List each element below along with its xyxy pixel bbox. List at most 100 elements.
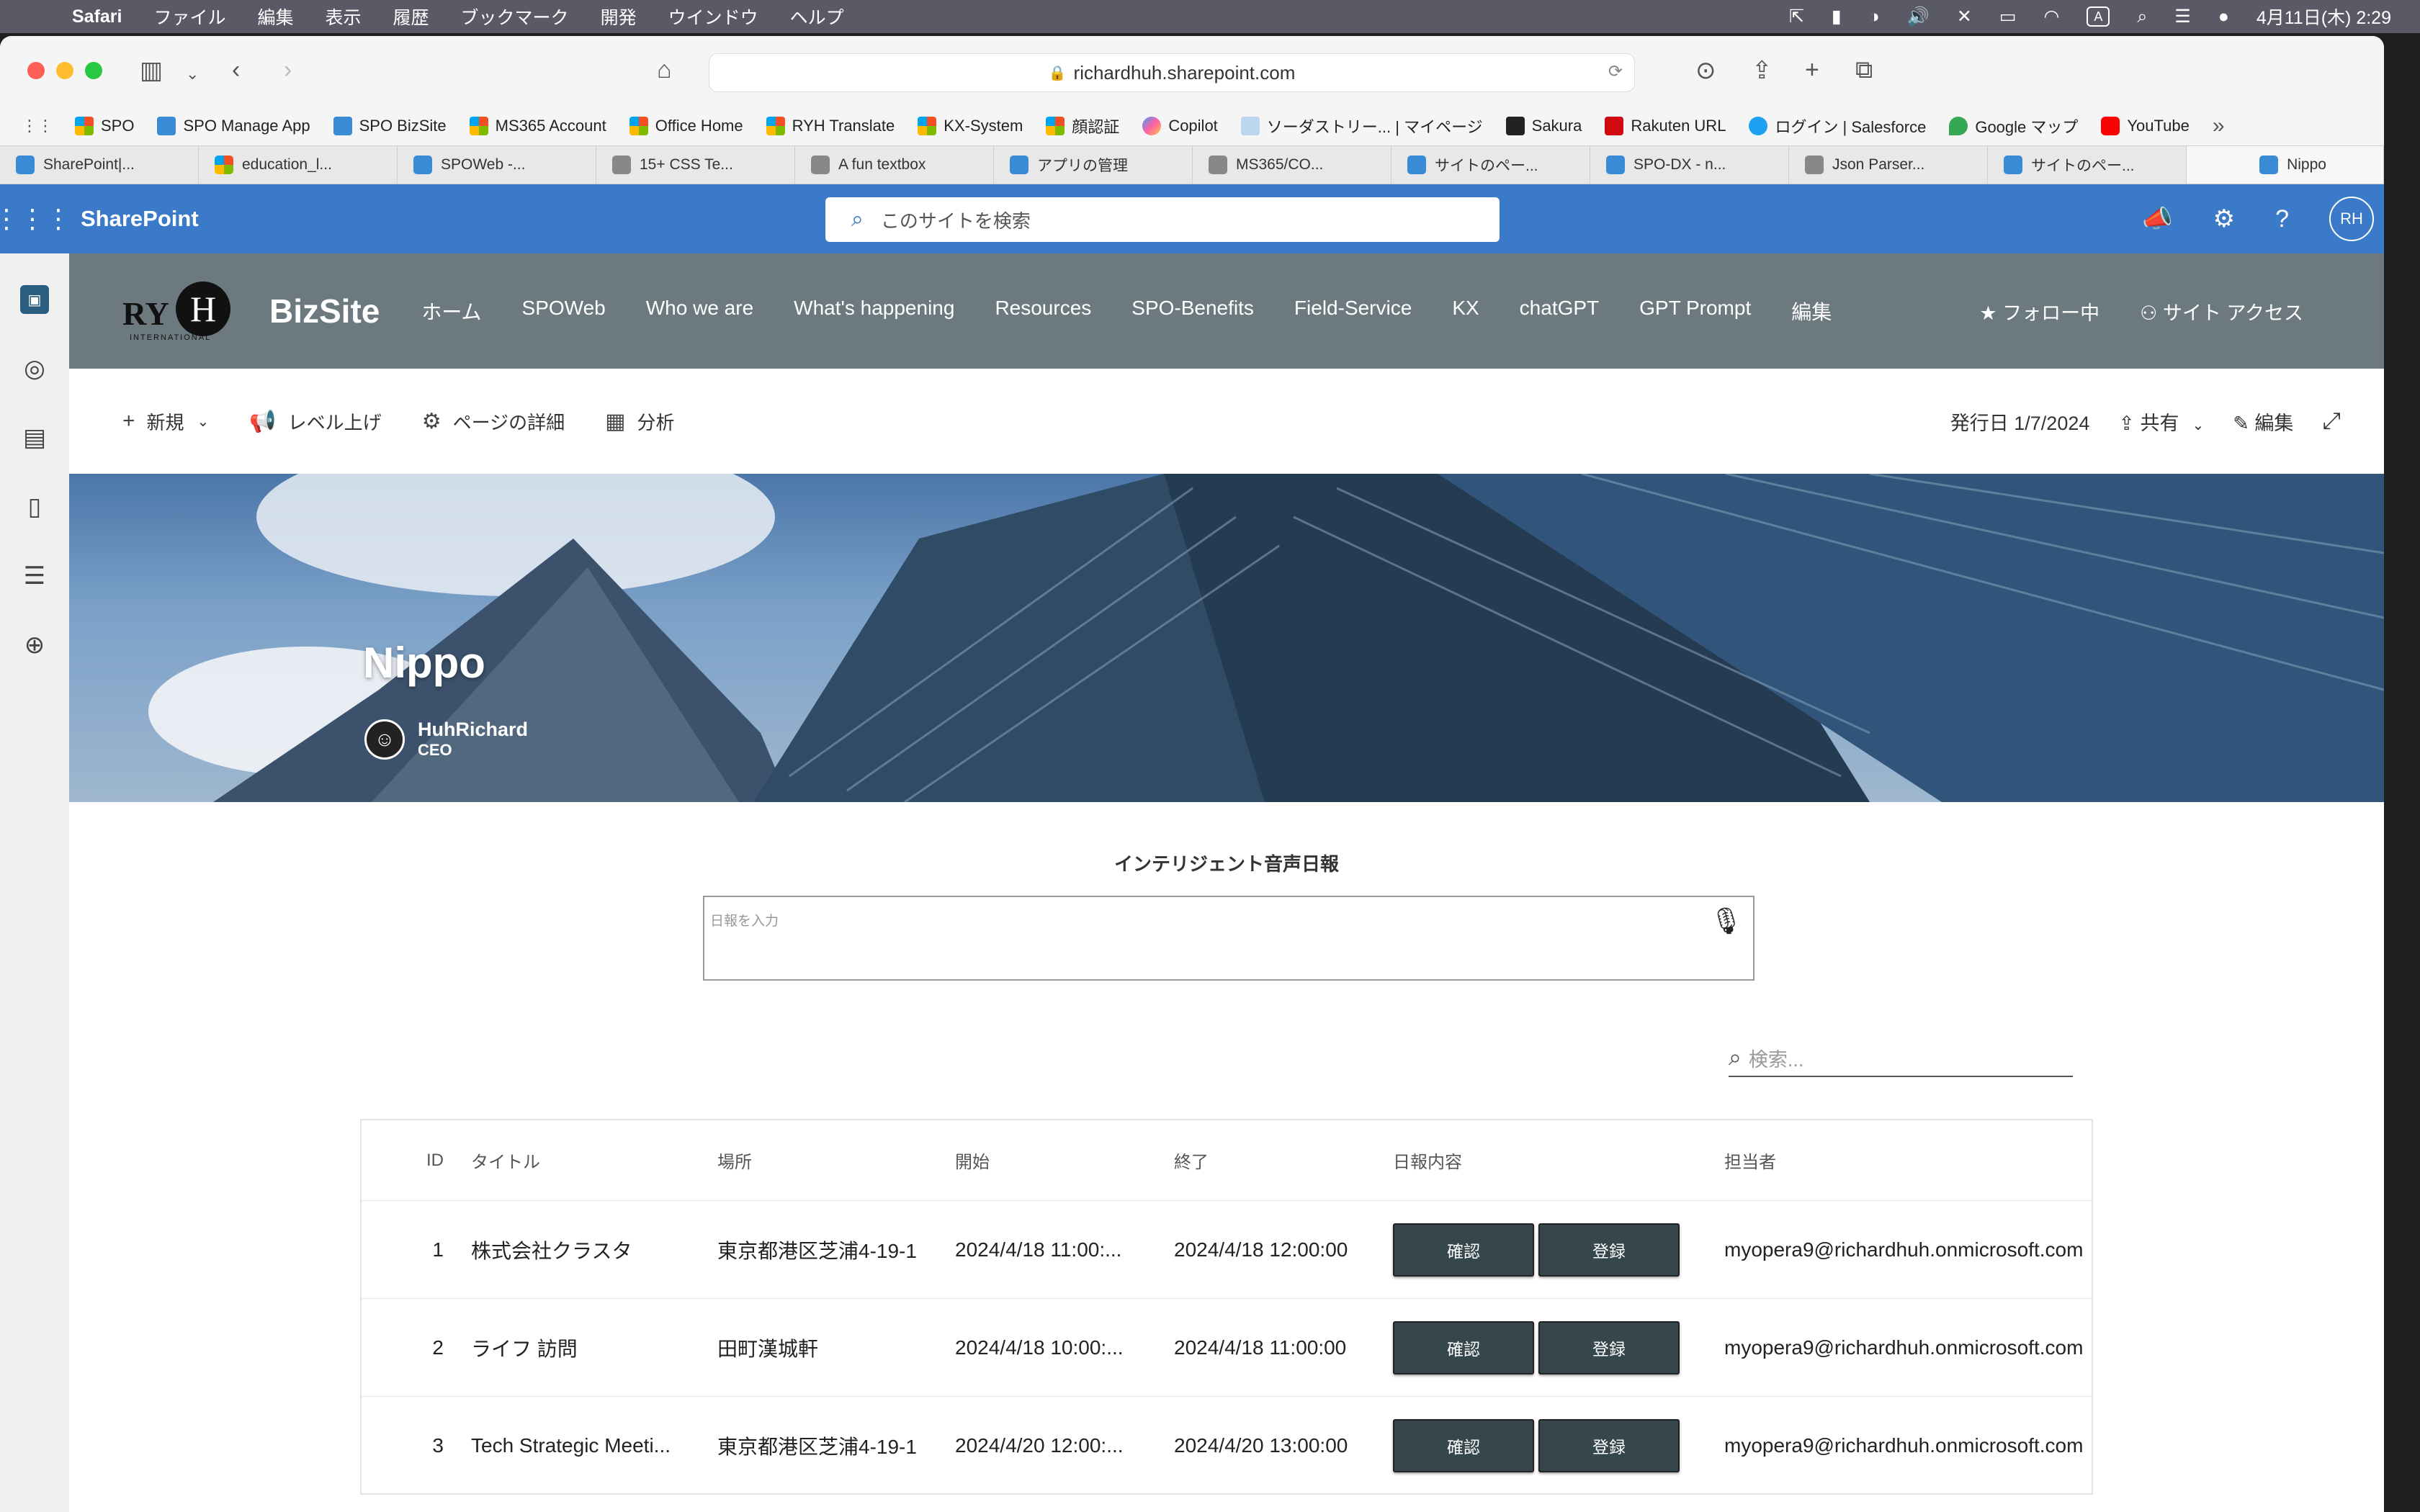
translate-reload-icon[interactable]: ⟳ bbox=[1608, 61, 1623, 82]
battery-app-icon[interactable]: ▮ bbox=[1832, 6, 1842, 27]
share-button[interactable]: ⇪ 共有 ⌄ bbox=[2118, 408, 2204, 436]
bookmark-ryh-translate[interactable]: RYH Translate bbox=[766, 117, 895, 135]
tab-overview-icon[interactable]: ⧉ bbox=[1855, 56, 1873, 84]
header-title[interactable]: タイトル bbox=[471, 1148, 717, 1173]
apps-grid-icon[interactable]: ⋮⋮ bbox=[22, 117, 53, 135]
table-row[interactable]: 3 Tech Strategic Meeti... 東京都港区芝浦4-19-1 … bbox=[362, 1397, 2092, 1495]
header-start[interactable]: 開始 bbox=[955, 1148, 1174, 1173]
tab-site-page-1[interactable]: サイトのペー... bbox=[1392, 146, 1590, 184]
menu-view[interactable]: 表示 bbox=[326, 4, 362, 30]
nav-field-service[interactable]: Field-Service bbox=[1294, 297, 1412, 325]
downloads-icon[interactable]: ⊙ bbox=[1695, 56, 1716, 85]
menu-window[interactable]: ウインドウ bbox=[668, 4, 758, 30]
site-access-button[interactable]: ⚇ サイト アクセス bbox=[2140, 297, 2303, 325]
wifi-icon[interactable]: ◠ bbox=[2044, 6, 2060, 27]
bookmark-salesforce[interactable]: ログイン | Salesforce bbox=[1749, 114, 1926, 138]
daily-report-textarea[interactable]: 日報を入力 🎙 bbox=[703, 896, 1754, 981]
new-button[interactable]: + 新規 ⌄ bbox=[122, 408, 209, 435]
address-bar[interactable]: 🔒 richardhuh.sharepoint.com ⟳ bbox=[709, 53, 1635, 92]
battery-icon[interactable]: ▭ bbox=[1999, 6, 2017, 27]
expand-icon[interactable]: ⤢ bbox=[2322, 408, 2341, 435]
register-button[interactable]: 登録 bbox=[1538, 1419, 1680, 1472]
input-source-icon[interactable]: A bbox=[2087, 6, 2110, 27]
confirm-button[interactable]: 確認 bbox=[1393, 1419, 1534, 1472]
bluetooth-icon[interactable]: ✕ bbox=[1957, 6, 1972, 27]
bookmark-spo[interactable]: SPO bbox=[75, 117, 134, 135]
nav-chatgpt[interactable]: chatGPT bbox=[1520, 297, 1599, 325]
cursor-icon[interactable]: ⇱ bbox=[1789, 6, 1804, 27]
tab-spo-dx[interactable]: SPO-DX - n... bbox=[1590, 146, 1789, 184]
bookmark-face-auth[interactable]: 顔認証 bbox=[1046, 114, 1119, 138]
tab-ms365[interactable]: MS365/CO... bbox=[1193, 146, 1392, 184]
nav-who-we-are[interactable]: Who we are bbox=[646, 297, 753, 325]
menu-develop[interactable]: 開発 bbox=[601, 4, 637, 30]
globe-icon[interactable]: ◎ bbox=[20, 354, 49, 383]
accessibility-icon[interactable]: ◑ bbox=[1869, 6, 1880, 27]
analytics-button[interactable]: ▦ 分析 bbox=[605, 408, 674, 435]
page-details-button[interactable]: ⚙ ページの詳細 bbox=[422, 408, 565, 435]
follow-button[interactable]: ★ フォロー中 bbox=[1979, 297, 2099, 325]
home-icon[interactable]: ⌂ bbox=[657, 56, 672, 84]
tab-json-parser[interactable]: Json Parser... bbox=[1789, 146, 1988, 184]
menu-help[interactable]: ヘルプ bbox=[790, 4, 844, 30]
nav-kx[interactable]: KX bbox=[1452, 297, 1479, 325]
site-search-input[interactable]: ⌕ このサイトを検索 bbox=[825, 197, 1500, 242]
nav-spo-benefits[interactable]: SPO-Benefits bbox=[1131, 297, 1254, 325]
bookmark-google-maps[interactable]: Google マップ bbox=[1949, 114, 2078, 138]
register-button[interactable]: 登録 bbox=[1538, 1223, 1680, 1277]
confirm-button[interactable]: 確認 bbox=[1393, 1223, 1534, 1277]
site-title[interactable]: BizSite bbox=[269, 292, 380, 330]
bookmark-copilot[interactable]: Copilot bbox=[1142, 117, 1218, 135]
site-logo-icon[interactable]: ▣ bbox=[20, 285, 49, 314]
header-report[interactable]: 日報内容 bbox=[1393, 1148, 1724, 1173]
minimize-window-icon[interactable] bbox=[56, 62, 73, 79]
author-byline[interactable]: ☺ HuhRichard CEO bbox=[364, 719, 528, 760]
menu-bookmarks[interactable]: ブックマーク bbox=[461, 4, 569, 30]
sidebar-toggle-icon[interactable]: ▥ bbox=[140, 56, 163, 85]
bookmark-rakuten-url[interactable]: Rakuten URL bbox=[1605, 117, 1726, 135]
spotlight-icon[interactable]: ⌕ bbox=[2137, 6, 2147, 27]
volume-icon[interactable]: 🔊 bbox=[1907, 6, 1930, 27]
register-button[interactable]: 登録 bbox=[1538, 1320, 1680, 1374]
close-window-icon[interactable] bbox=[27, 62, 45, 79]
menu-edit[interactable]: 編集 bbox=[258, 4, 294, 30]
table-row[interactable]: 2 ライフ 訪問 田町漢城軒 2024/4/18 10:00:... 2024/… bbox=[362, 1299, 2092, 1397]
zoom-window-icon[interactable] bbox=[85, 62, 102, 79]
bookmark-ms365-account[interactable]: MS365 Account bbox=[469, 117, 606, 135]
siri-icon[interactable]: ● bbox=[2218, 6, 2229, 27]
bookmark-sodastream[interactable]: ソーダストリー... | マイページ bbox=[1240, 114, 1483, 138]
tab-css[interactable]: 15+ CSS Te... bbox=[596, 146, 795, 184]
document-icon[interactable]: ▯ bbox=[20, 492, 49, 521]
tab-spoweb[interactable]: SPOWeb -... bbox=[398, 146, 596, 184]
settings-gear-icon[interactable]: ⚙ bbox=[2213, 204, 2235, 233]
table-row[interactable]: 1 株式会社クラスタ 東京都港区芝浦4-19-1 2024/4/18 11:00… bbox=[362, 1201, 2092, 1299]
nav-edit[interactable]: 編集 bbox=[1791, 297, 1832, 325]
header-owner[interactable]: 担当者 bbox=[1724, 1148, 2092, 1173]
promote-button[interactable]: 📢 レベル上げ bbox=[249, 408, 381, 435]
help-icon[interactable]: ? bbox=[2275, 205, 2289, 233]
nav-resources[interactable]: Resources bbox=[995, 297, 1091, 325]
bookmark-kx-system[interactable]: KX-System bbox=[918, 117, 1023, 135]
nav-gpt-prompt[interactable]: GPT Prompt bbox=[1639, 297, 1751, 325]
bookmark-spo-bizsite[interactable]: SPO BizSite bbox=[333, 117, 447, 135]
back-icon[interactable]: ‹ bbox=[232, 56, 240, 84]
list-search-input[interactable]: ⌕ 検索... bbox=[1729, 1040, 2073, 1077]
bookmark-youtube[interactable]: YouTube bbox=[2101, 117, 2190, 135]
tab-nippo-active[interactable]: Nippo bbox=[2187, 146, 2384, 184]
sidebar-menu-chevron-icon[interactable]: ⌄ bbox=[186, 65, 199, 84]
confirm-button[interactable]: 確認 bbox=[1393, 1320, 1534, 1374]
menu-history[interactable]: 履歴 bbox=[393, 4, 429, 30]
tab-fun-textbox[interactable]: A fun textbox bbox=[795, 146, 994, 184]
edit-button[interactable]: ✎ 編集 bbox=[2233, 408, 2293, 436]
forward-icon[interactable]: › bbox=[284, 56, 292, 84]
microphone-icon[interactable]: 🎙 bbox=[1710, 906, 1743, 936]
user-avatar[interactable]: RH bbox=[2329, 197, 2374, 241]
share-icon[interactable]: ⇪ bbox=[1752, 56, 1773, 85]
create-plus-icon[interactable]: ⊕ bbox=[20, 631, 49, 660]
control-center-icon[interactable]: ☰ bbox=[2174, 6, 2190, 27]
tab-site-page-2[interactable]: サイトのペー... bbox=[1988, 146, 2187, 184]
bookmark-sakura[interactable]: Sakura bbox=[1505, 117, 1582, 135]
header-end[interactable]: 終了 bbox=[1174, 1148, 1393, 1173]
app-launcher-icon[interactable]: ⋮⋮⋮ bbox=[0, 204, 71, 234]
nav-home[interactable]: ホーム bbox=[421, 297, 481, 325]
